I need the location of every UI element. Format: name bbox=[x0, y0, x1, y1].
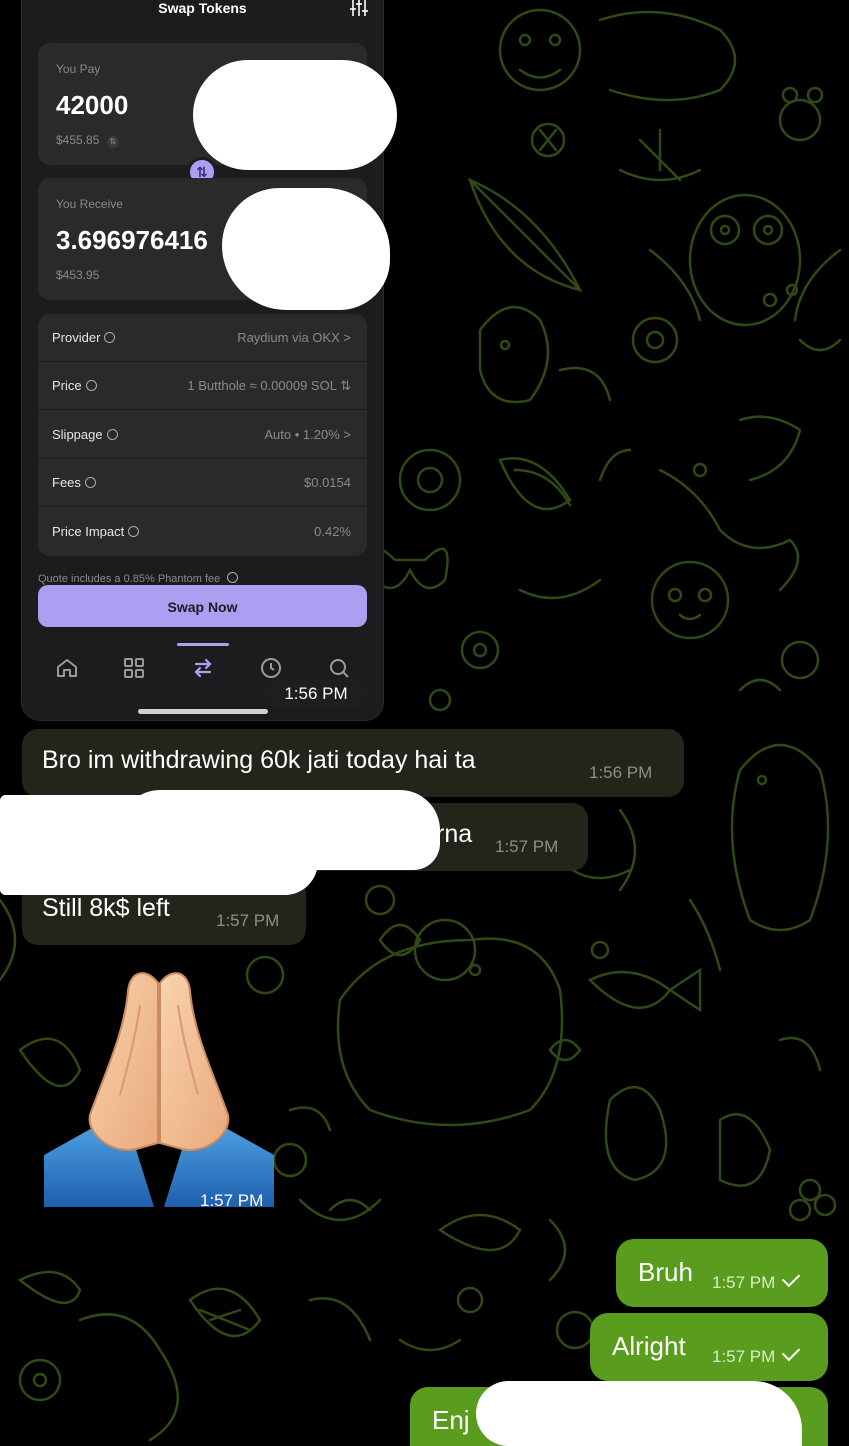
grid-icon[interactable] bbox=[122, 656, 146, 680]
you-pay-usd: $455.85 ⇅ bbox=[56, 133, 119, 148]
quote-note: Quote includes a 0.85% Phantom fee bbox=[38, 572, 239, 585]
redaction-mark bbox=[120, 790, 440, 870]
you-receive-usd: $453.95 bbox=[56, 268, 100, 282]
detail-value: Auto • 1.20% > bbox=[264, 427, 351, 442]
message-time: 1:57 PM bbox=[216, 911, 280, 930]
swap-title: Swap Tokens bbox=[158, 0, 247, 16]
redaction-mark bbox=[222, 188, 390, 310]
detail-row-price[interactable]: Price 1 Butthole ≈ 0.00009 SOL ⇅ bbox=[38, 362, 367, 410]
detail-label: Slippage bbox=[52, 427, 118, 442]
info-icon[interactable] bbox=[85, 380, 97, 391]
message-text: Bruh bbox=[638, 1257, 693, 1287]
toggle-currency-icon[interactable]: ⇅ bbox=[106, 136, 119, 148]
swap-arrows-icon: ⇅ bbox=[340, 378, 351, 393]
message-time: 1:56 PM bbox=[589, 763, 653, 782]
detail-label: Fees bbox=[52, 475, 96, 490]
check-icon bbox=[782, 1268, 801, 1288]
info-icon[interactable] bbox=[104, 332, 116, 343]
message-time: 1:57 PM bbox=[712, 1342, 801, 1367]
outgoing-message[interactable]: Bruh 1:57 PM bbox=[616, 1239, 828, 1307]
message-text: Still 8k$ left bbox=[42, 894, 170, 922]
swap-icon[interactable] bbox=[191, 656, 215, 680]
incoming-message[interactable]: Bro im withdrawing 60k jati today hai ta… bbox=[22, 729, 684, 797]
message-text: Enj bbox=[432, 1405, 470, 1435]
nav-active-indicator bbox=[177, 643, 229, 646]
swap-details: Provider Raydium via OKX > Price 1 Butth… bbox=[38, 314, 367, 556]
info-icon[interactable] bbox=[128, 526, 140, 537]
message-text: Bro im withdrawing 60k jati today hai ta bbox=[42, 746, 476, 774]
detail-value: Raydium via OKX > bbox=[237, 330, 351, 345]
home-indicator bbox=[138, 709, 268, 714]
detail-label: Price Impact bbox=[52, 524, 140, 539]
message-time: 1:57 PM bbox=[200, 1191, 264, 1210]
message-text: Alright bbox=[612, 1331, 686, 1361]
detail-label: Price bbox=[52, 378, 97, 393]
detail-value: 1 Butthole ≈ 0.00009 SOL ⇅ bbox=[187, 378, 351, 393]
detail-value: 0.42% bbox=[314, 524, 351, 539]
chevron-right-icon: > bbox=[343, 330, 351, 345]
detail-row-price-impact: Price Impact 0.42% bbox=[38, 508, 367, 556]
info-icon[interactable] bbox=[84, 477, 96, 488]
image-timestamp: 1:56 PM bbox=[264, 679, 368, 709]
you-pay-usd-value: $455.85 bbox=[56, 133, 100, 147]
home-icon[interactable] bbox=[55, 656, 79, 680]
info-icon[interactable] bbox=[227, 572, 239, 583]
chevron-right-icon: > bbox=[343, 427, 351, 442]
search-icon[interactable] bbox=[327, 656, 351, 680]
detail-value: $0.0154 bbox=[304, 475, 351, 490]
history-icon[interactable] bbox=[259, 656, 283, 680]
detail-label: Provider bbox=[52, 330, 116, 345]
you-pay-label: You Pay bbox=[56, 62, 101, 76]
detail-row-fees: Fees $0.0154 bbox=[38, 459, 367, 507]
detail-row-slippage[interactable]: Slippage Auto • 1.20% > bbox=[38, 411, 367, 459]
check-icon bbox=[782, 1342, 801, 1362]
redaction-mark bbox=[193, 60, 397, 170]
sliders-icon[interactable] bbox=[349, 0, 369, 16]
message-text: rna bbox=[436, 820, 473, 848]
info-icon[interactable] bbox=[106, 429, 118, 440]
detail-row-provider[interactable]: Provider Raydium via OKX > bbox=[38, 314, 367, 362]
you-pay-amount[interactable]: 42000 bbox=[56, 90, 128, 121]
you-receive-label: You Receive bbox=[56, 197, 123, 211]
swap-now-button[interactable]: Swap Now bbox=[38, 585, 367, 627]
message-time: 1:57 PM bbox=[712, 1268, 801, 1293]
you-receive-amount: 3.696976416 bbox=[56, 225, 208, 255]
praying-hands-emoji[interactable] bbox=[44, 965, 274, 1207]
redaction-mark bbox=[476, 1381, 802, 1446]
outgoing-message[interactable]: Alright 1:57 PM bbox=[590, 1313, 828, 1381]
message-time: 1:57 PM bbox=[495, 837, 559, 856]
